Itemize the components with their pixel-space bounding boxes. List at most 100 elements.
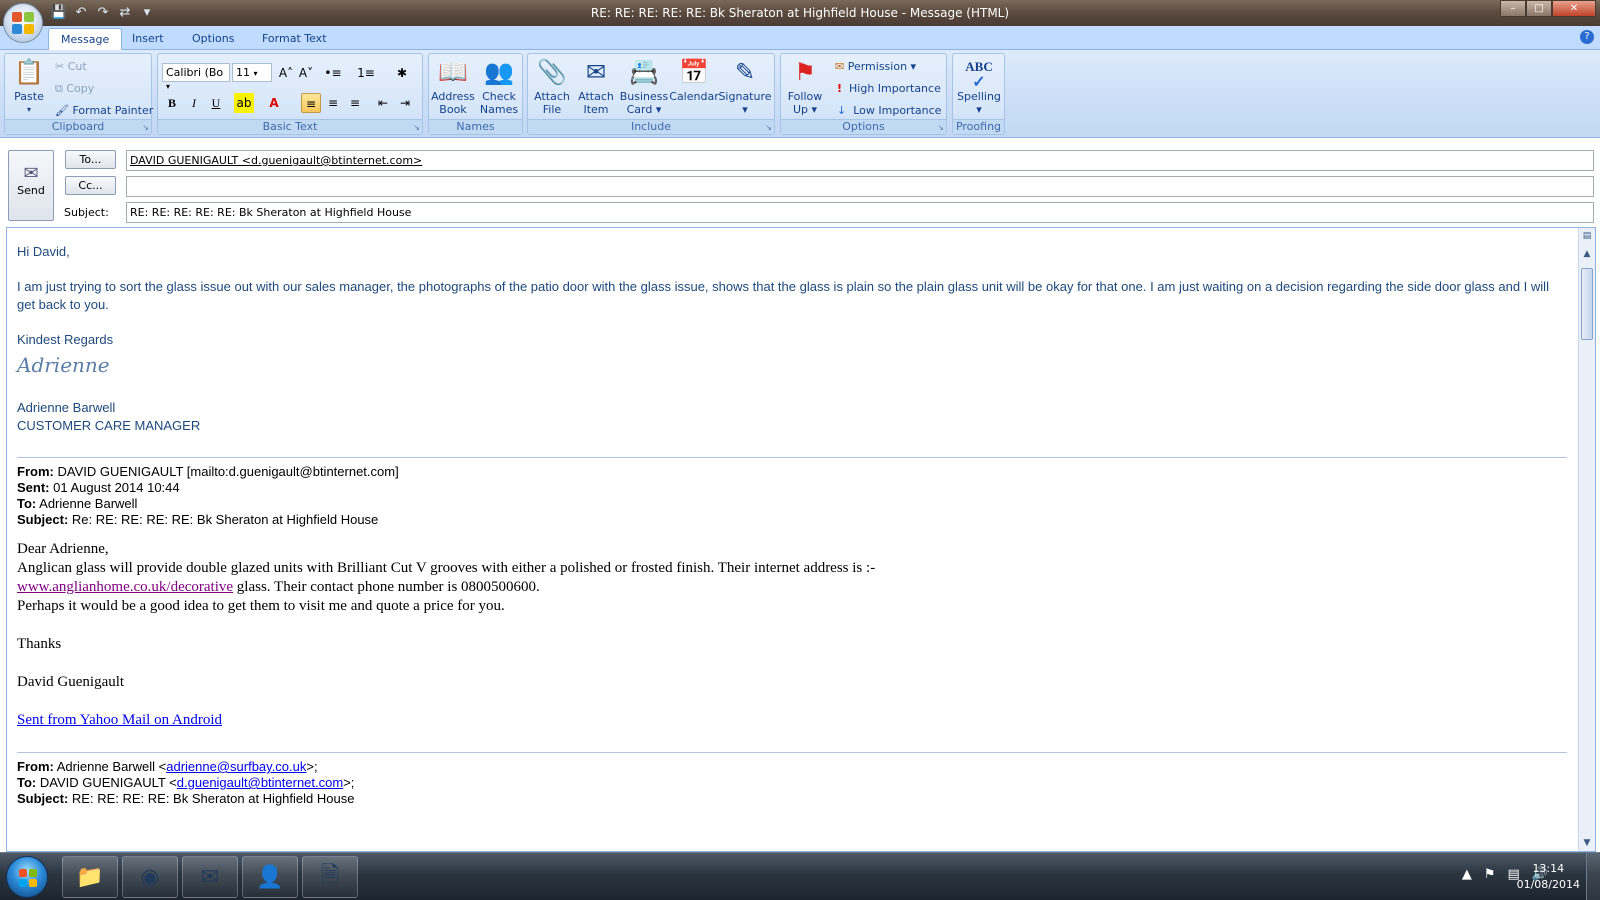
clock-time: 13:14: [1532, 862, 1565, 875]
maximize-button[interactable]: □: [1526, 0, 1552, 17]
font-size-combo[interactable]: 11 ▾: [232, 63, 272, 82]
subject-field[interactable]: RE: RE: RE: RE: RE: Bk Sheraton at Highf…: [126, 202, 1594, 223]
bullets-icon[interactable]: •≡: [323, 63, 343, 83]
cc-field[interactable]: [126, 176, 1594, 197]
minimize-button[interactable]: –: [1500, 0, 1526, 17]
font-color-button[interactable]: A: [264, 93, 284, 113]
paste-button[interactable]: 📋 Paste ▾: [9, 56, 49, 116]
tab-options[interactable]: Options: [180, 28, 246, 50]
taskbar: 📁 ◉ ✉ 👤 🗎 ▲ ⚑ ▤ 🔊 13:14 01/08/2014: [0, 852, 1600, 900]
quoted-header-2: From: Adrienne Barwell <adrienne@surfbay…: [17, 759, 355, 806]
word-icon[interactable]: 🗎: [302, 856, 358, 898]
copy-button[interactable]: ⧉ Copy: [55, 82, 94, 96]
anglian-link[interactable]: www.anglianhome.co.uk/decorative: [17, 579, 233, 595]
numbering-icon[interactable]: 1≡: [356, 63, 376, 83]
explorer-icon[interactable]: 📁: [62, 856, 118, 898]
increase-indent-icon[interactable]: ⇥: [395, 93, 415, 113]
italic-button[interactable]: I: [184, 93, 204, 113]
dialog-launcher-icon[interactable]: ↘: [413, 123, 420, 132]
quoted-header-1: From: DAVID GUENIGAULT [mailto:d.gueniga…: [17, 464, 399, 527]
address-book-button[interactable]: 📖 Address Book: [431, 56, 475, 116]
font-name-combo[interactable]: Calibri (Bo ▾: [162, 63, 230, 91]
names-group-label: Names: [429, 119, 522, 134]
bold-button[interactable]: B: [162, 93, 182, 113]
subject-label: Subject:: [64, 206, 109, 219]
align-right-icon[interactable]: ≡: [345, 93, 365, 113]
outlook-icon[interactable]: ✉: [182, 856, 238, 898]
help-icon[interactable]: ?: [1580, 30, 1594, 44]
signature-icon: ✎: [734, 58, 756, 86]
calendar-button[interactable]: 📅 Calendar: [668, 56, 720, 103]
windows-logo-icon: [19, 869, 37, 887]
divider: [17, 752, 1567, 753]
permission-button[interactable]: ✉ Permission ▾: [835, 60, 916, 73]
clock[interactable]: 13:14 01/08/2014: [1517, 861, 1580, 893]
paste-icon: 📋: [14, 58, 44, 86]
show-desktop-button[interactable]: [1586, 853, 1600, 900]
permission-icon: ✉: [835, 60, 845, 73]
yahoo-mail-link[interactable]: Sent from Yahoo Mail on Android: [17, 712, 222, 728]
shrink-font-button[interactable]: A˅: [296, 63, 316, 83]
high-importance-button[interactable]: ! High Importance: [837, 82, 941, 95]
clock-date: 01/08/2014: [1516, 878, 1580, 891]
tab-message[interactable]: Message: [48, 28, 123, 51]
to-field[interactable]: DAVID GUENIGAULT <d.guenigault@btinterne…: [126, 150, 1594, 171]
scroll-down-icon[interactable]: ▼: [1579, 835, 1595, 851]
exclamation-icon: !: [837, 82, 843, 95]
address-book-icon: 📖: [438, 58, 468, 86]
contacts-icon[interactable]: 👤: [242, 856, 298, 898]
include-group-label: Include: [528, 119, 774, 134]
spelling-button[interactable]: ABC ✓ Spelling ▾: [955, 56, 1003, 116]
to-button[interactable]: To...: [65, 150, 116, 169]
chrome-icon[interactable]: ◉: [122, 856, 178, 898]
close-button[interactable]: ✕: [1552, 0, 1596, 17]
tab-insert[interactable]: Insert: [120, 28, 176, 50]
decrease-indent-icon[interactable]: ⇤: [373, 93, 393, 113]
dialog-launcher-icon[interactable]: ↘: [765, 123, 772, 132]
show-hidden-icons-icon[interactable]: ▲: [1462, 867, 1472, 882]
dialog-launcher-icon[interactable]: ↘: [142, 123, 149, 132]
signature-button[interactable]: ✎ Signature ▾: [718, 56, 772, 116]
message-body[interactable]: Hi David, I am just trying to sort the g…: [6, 227, 1596, 852]
proofing-group-label: Proofing: [953, 119, 1004, 134]
low-importance-button[interactable]: ↓ Low Importance: [837, 104, 941, 117]
body-paragraph: I am just trying to sort the glass issue…: [17, 279, 1549, 312]
business-card-button[interactable]: 📇 Business Card ▾: [618, 56, 670, 116]
check-names-button[interactable]: 👥 Check Names: [477, 56, 521, 116]
compose-header: ✉ Send To... DAVID GUENIGAULT <d.gueniga…: [0, 139, 1600, 224]
attach-item-button[interactable]: ✉ Attach Item: [574, 56, 618, 116]
send-button[interactable]: ✉ Send: [8, 150, 54, 221]
calendar-icon: 📅: [679, 58, 709, 86]
format-painter-button[interactable]: 🖌 Format Painter: [55, 104, 153, 117]
down-arrow-icon: ↓: [837, 104, 847, 117]
cc-button[interactable]: Cc...: [65, 176, 116, 195]
david-email-link[interactable]: d.guenigault@btinternet.com: [177, 775, 343, 790]
scroll-up-icon[interactable]: ▲: [1579, 246, 1595, 262]
ruler-toggle-icon[interactable]: ▤: [1579, 228, 1595, 244]
business-card-icon: 📇: [629, 58, 659, 86]
grow-font-button[interactable]: A˄: [276, 63, 296, 83]
clipboard-group-label: Clipboard: [5, 119, 151, 134]
paperclip-icon: 📎: [537, 58, 567, 86]
highlight-icon[interactable]: ab: [234, 93, 254, 113]
office-button[interactable]: [3, 3, 43, 43]
adrienne-email-link[interactable]: adrienne@surfbay.co.uk: [166, 759, 306, 774]
vertical-scrollbar[interactable]: ▤ ▲ ▼: [1578, 228, 1595, 851]
ribbon-tabs: Message Insert Options Format Text ?: [0, 26, 1600, 51]
attach-file-button[interactable]: 📎 Attach File: [530, 56, 574, 116]
cut-button[interactable]: ✂ Cut: [55, 60, 87, 73]
styles-icon[interactable]: ✱: [392, 63, 412, 83]
action-center-flag-icon[interactable]: ⚑: [1484, 867, 1496, 882]
message-content[interactable]: Hi David, I am just trying to sort the g…: [17, 243, 1567, 807]
start-button[interactable]: [6, 856, 48, 898]
scrollbar-thumb[interactable]: [1581, 268, 1593, 340]
align-left-icon[interactable]: ≡: [301, 93, 321, 113]
names-group: 📖 Address Book 👥 Check Names Names: [428, 53, 523, 135]
basic-text-group: Calibri (Bo ▾ 11 ▾ A˄ A˅ •≡ 1≡ ✱ B I U a…: [157, 53, 423, 135]
align-center-icon[interactable]: ≡: [323, 93, 343, 113]
follow-up-button[interactable]: ⚑ Follow Up ▾: [783, 56, 827, 116]
dialog-launcher-icon[interactable]: ↘: [937, 123, 944, 132]
ribbon: 📋 Paste ▾ ✂ Cut ⧉ Copy 🖌 Format Painter …: [0, 50, 1600, 138]
tab-format-text[interactable]: Format Text: [250, 28, 339, 50]
underline-button[interactable]: U: [206, 93, 226, 113]
